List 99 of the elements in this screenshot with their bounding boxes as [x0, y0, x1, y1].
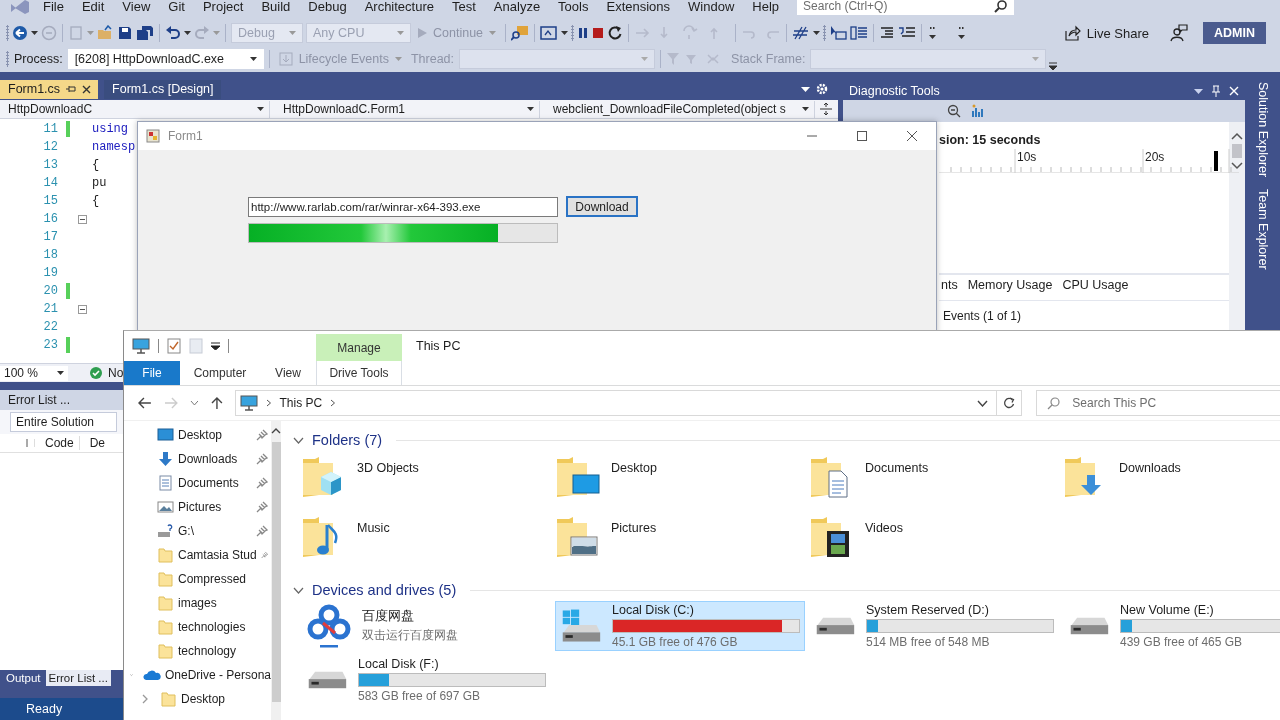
navigation-dropdown[interactable]: webclient_DownloadFileCompleted(object s [545, 100, 815, 118]
menu-item[interactable]: Debug [299, 0, 356, 13]
editor-tab[interactable]: Form1.cs [0, 79, 99, 99]
scope-dropdown[interactable]: Entire Solution [10, 412, 117, 432]
panel-title: Diagnostic Tools [849, 84, 940, 98]
menu-item[interactable]: Analyze [484, 0, 550, 13]
session-duration: sion: 15 seconds [939, 133, 1041, 147]
ribbon-tab[interactable]: File [124, 361, 180, 385]
ribbon-tab[interactable]: Computer [180, 361, 260, 385]
diagnostic-tab[interactable]: CPU Usage [1062, 278, 1129, 300]
contextual-tab-group: Manage [316, 334, 402, 361]
nav-item[interactable]: G:\ [124, 519, 271, 543]
diagnostic-tab[interactable]: Memory Usage [967, 278, 1053, 300]
ribbon-tab[interactable]: View [260, 361, 316, 385]
app-item[interactable]: 百度网盘 双击运行百度网盘 [301, 601, 551, 651]
nav-item[interactable]: Pictures [124, 495, 271, 519]
code-text: pu [92, 176, 107, 190]
menu-item[interactable]: Test [443, 0, 485, 13]
nav-item[interactable]: Desktop [124, 687, 271, 711]
window-title: Form1 [168, 129, 203, 143]
line-number: 20 [42, 284, 58, 298]
drive-item[interactable]: New Volume (E:) 439 GB free of 465 GB [1063, 601, 1280, 651]
folder-item[interactable]: Videos [809, 511, 1063, 571]
drive-item[interactable]: Local Disk (F:) 583 GB free of 697 GB [301, 655, 551, 705]
line-number: 18 [42, 248, 58, 262]
ribbon-tab[interactable]: Drive Tools [316, 361, 402, 385]
line-number: 15 [42, 194, 58, 208]
nav-item[interactable]: Desktop [124, 423, 271, 447]
menu-item[interactable]: Edit [72, 0, 114, 13]
nav-item[interactable]: images [124, 591, 271, 615]
folder-item[interactable]: 3D Objects [301, 451, 555, 511]
line-number: 11 [42, 122, 58, 136]
address-bar[interactable]: This PC [234, 390, 998, 416]
menu-item[interactable]: Architecture [355, 0, 443, 13]
url-field[interactable]: http://www.rarlab.com/rar/winrar-x64-393.exe [248, 196, 558, 217]
folder-item[interactable]: Documents [809, 451, 1063, 511]
ruler-label: 20s [1145, 150, 1165, 164]
ruler-label: 10s [1017, 150, 1037, 164]
line-number: 21 [42, 302, 58, 316]
code-text: { [92, 158, 100, 172]
menu-item[interactable]: Git [159, 0, 194, 13]
line-number: 16 [42, 212, 58, 226]
nav-item[interactable]: technologies [124, 615, 271, 639]
nav-item[interactable]: technology [124, 639, 271, 663]
thread-label: Thread: [410, 52, 455, 66]
drive-item[interactable]: System Reserved (D:) 514 MB free of 548 MB [809, 601, 1059, 651]
nav-item[interactable]: Camtasia Stud [124, 543, 271, 567]
line-number: 13 [42, 158, 58, 172]
column-header[interactable]: De [79, 436, 106, 450]
code-text: using [92, 122, 128, 136]
menu-item[interactable]: Extensions [597, 0, 680, 13]
process-label: Process: [14, 52, 63, 66]
live-share-button[interactable]: Live Share [1060, 22, 1153, 44]
nav-item[interactable]: OneDrive - Persona [124, 663, 271, 687]
side-tab[interactable]: Solution Explorer [1255, 82, 1270, 178]
account-button[interactable]: ADMIN [1203, 22, 1266, 44]
folder-item[interactable]: Pictures [555, 511, 809, 571]
group-title: Devices and drives (5) [312, 582, 457, 598]
side-tab[interactable]: Team Explorer [1255, 189, 1270, 270]
nav-item[interactable]: Compressed [124, 567, 271, 591]
issues-status[interactable]: No [108, 366, 124, 380]
folder-item[interactable]: Desktop [555, 451, 809, 511]
menu-item[interactable]: File [34, 0, 73, 13]
diagnostic-tab[interactable]: nts [941, 278, 958, 300]
line-number: 19 [42, 266, 58, 280]
line-number: 17 [42, 230, 58, 244]
code-text: namesp [92, 140, 136, 154]
line-number: 23 [42, 338, 58, 352]
folder-item[interactable]: Downloads [1063, 451, 1280, 511]
events-count: Events (1 of 1) [943, 309, 1022, 323]
line-number: 14 [42, 176, 58, 190]
column-header[interactable]: Code [35, 436, 80, 450]
menu-item[interactable]: Build [252, 0, 300, 13]
folder-item[interactable]: Music [301, 511, 555, 571]
status-text: Ready [26, 702, 63, 716]
menu-item[interactable]: Tools [549, 0, 598, 13]
menu-item[interactable]: Window [679, 0, 744, 13]
search-field[interactable]: Search (Ctrl+Q) [797, 0, 1015, 15]
menu-item[interactable]: Project [193, 0, 253, 13]
search-field[interactable]: Search This PC [1036, 390, 1280, 416]
drive-item[interactable]: Local Disk (C:) 45.1 GB free of 476 GB [555, 601, 805, 651]
stack-frame-label: Stack Frame: [731, 52, 806, 66]
navigation-dropdown[interactable]: HttpDownloadC.Form1 [275, 100, 540, 118]
process-dropdown[interactable]: [6208] HttpDownloadC.exe [67, 49, 264, 69]
menu-item[interactable]: Help [743, 0, 789, 13]
nav-item[interactable]: Downloads [124, 447, 271, 471]
line-number: 12 [42, 140, 58, 154]
window-title: This PC [415, 338, 462, 355]
download-button[interactable]: Download [566, 196, 638, 217]
group-title: Folders (7) [312, 432, 383, 448]
code-text: { [92, 194, 100, 208]
panel-tab[interactable]: Error List ... [45, 670, 111, 686]
panel-title: Error List ... [8, 393, 70, 407]
nav-item[interactable]: Documents [124, 471, 271, 495]
menu-item[interactable]: View [113, 0, 160, 13]
editor-tab[interactable]: Form1.cs [Design] [104, 79, 221, 99]
zoom-dropdown[interactable]: 100 % [0, 365, 68, 381]
line-number: 22 [42, 320, 58, 334]
navigation-dropdown[interactable]: HttpDownloadC [0, 100, 270, 118]
